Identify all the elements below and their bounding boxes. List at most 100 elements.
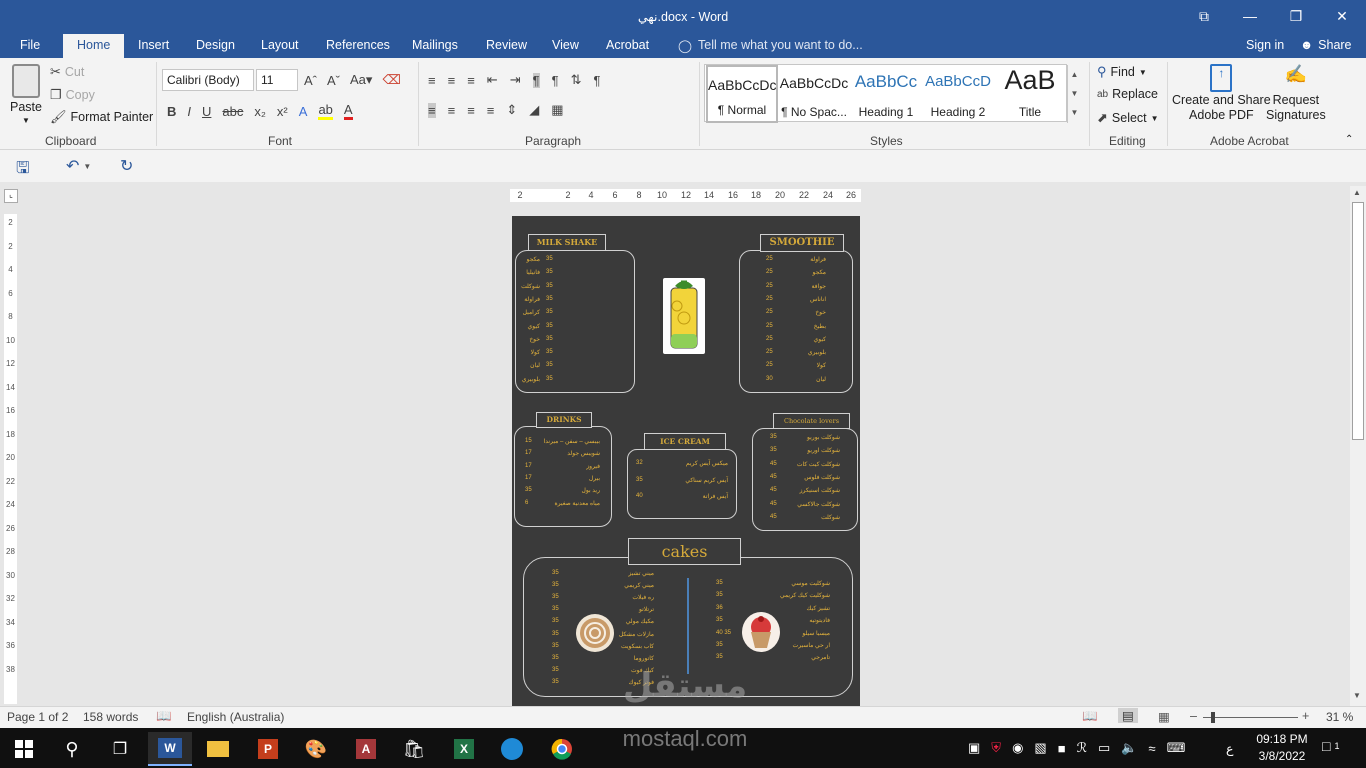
tab-mailings[interactable]: Mailings — [412, 38, 458, 52]
style-normal[interactable]: AaBbCcDc ¶ Normal — [706, 65, 778, 123]
horizontal-ruler[interactable]: 2 2 4 6 8 10 12 14 16 18 20 22 24 26 — [510, 189, 861, 202]
device-icon[interactable]: ▧ — [1034, 740, 1046, 756]
language-indicator[interactable]: English (Australia) — [187, 710, 284, 724]
rtl-icon[interactable]: ¶ — [552, 73, 559, 88]
collapse-ribbon-button[interactable]: ⌃ — [1345, 134, 1353, 145]
vertical-ruler[interactable]: 2 2 4 6 8 10 12 14 16 18 20 22 24 26 28 30 32 34 36 38 — [4, 214, 17, 704]
shrink-font-icon[interactable]: Aˇ — [327, 73, 340, 88]
taskbar-access[interactable]: A — [344, 732, 388, 766]
tab-references[interactable]: References — [326, 38, 390, 52]
input-language[interactable]: ع — [1226, 741, 1233, 756]
font-name-combo[interactable]: Calibri (Body) — [162, 69, 254, 91]
scroll-down-icon[interactable]: ▼ — [1353, 691, 1361, 700]
close-button[interactable]: ✕ — [1319, 0, 1365, 32]
zoom-out-icon[interactable]: – — [1190, 709, 1197, 723]
tab-selector[interactable]: ⌞ — [4, 189, 18, 203]
multilevel-list-icon[interactable]: ≡ — [467, 73, 475, 88]
align-center-icon[interactable]: ≡ — [448, 103, 456, 118]
tab-view[interactable]: View — [552, 38, 579, 52]
zoom-in-icon[interactable]: + — [1302, 709, 1309, 723]
ltr-icon[interactable]: ¶ — [532, 72, 540, 88]
taskbar-edge[interactable] — [490, 732, 534, 766]
underline-icon[interactable]: U — [202, 104, 211, 119]
volume-icon[interactable]: 🔈 — [1121, 740, 1137, 756]
sign-in-link[interactable]: Sign in — [1246, 38, 1284, 52]
font-color-icon[interactable]: A — [343, 102, 353, 120]
task-view-button[interactable]: ❐ — [98, 732, 142, 766]
style-heading-1[interactable]: AaBbCc Heading 1 — [850, 65, 922, 123]
font-size-combo[interactable]: 11 — [256, 69, 298, 91]
taskbar-excel[interactable]: X — [442, 732, 486, 766]
taskbar-word[interactable]: W — [148, 732, 192, 766]
share-button[interactable]: ☻ Share — [1300, 38, 1352, 52]
tab-review[interactable]: Review — [486, 38, 527, 52]
document-page[interactable]: MILK SHAKE مكجو 35 فانيليا 35 شوكلت 35 فراولة 3… — [512, 216, 860, 706]
replace-button[interactable]: ab Replace — [1097, 87, 1158, 101]
globe-icon[interactable]: ◉ — [1012, 740, 1023, 756]
style-heading-2[interactable]: AaBbCcD Heading 2 — [922, 65, 994, 123]
subscript-icon[interactable]: x₂ — [254, 104, 266, 119]
grow-font-icon[interactable]: Aˆ — [304, 73, 317, 88]
numbering-icon[interactable]: ≡ — [448, 73, 456, 88]
scroll-thumb[interactable] — [1352, 202, 1364, 440]
decrease-indent-icon[interactable]: ⇤ — [487, 72, 498, 88]
taskbar-chrome[interactable] — [540, 732, 584, 766]
change-case-icon[interactable]: Aa▾ — [350, 72, 372, 88]
tab-home[interactable]: Home — [63, 34, 125, 58]
tab-file[interactable]: File — [20, 38, 40, 52]
security-icon[interactable]: ■ — [1058, 741, 1066, 756]
minimize-button[interactable]: — — [1227, 0, 1273, 32]
cut-button[interactable]: ✂ Cut — [50, 64, 84, 80]
zoom-slider-thumb[interactable] — [1211, 712, 1215, 723]
align-left-icon[interactable]: ≡ — [428, 102, 436, 118]
taskbar-store[interactable]: 🛍 — [392, 732, 436, 766]
select-button[interactable]: ⬈ Select ▼ — [1097, 110, 1159, 126]
text-effects-icon[interactable]: A — [299, 104, 308, 119]
keyboard-icon[interactable]: ⌨ — [1167, 740, 1186, 756]
borders-icon[interactable]: ▦ — [551, 102, 563, 118]
show-marks-icon[interactable]: ¶ — [593, 73, 600, 88]
line-spacing-icon[interactable]: ⇕ — [506, 102, 517, 118]
bullets-icon[interactable]: ≡ — [428, 73, 436, 88]
notifications-button[interactable]: □ 1 — [1322, 738, 1339, 754]
proofing-icon[interactable]: 📖 — [156, 709, 172, 724]
undo-button[interactable]: ↶ ▼ — [66, 156, 91, 176]
redo-button[interactable]: ↻ — [120, 156, 133, 176]
tab-insert[interactable]: Insert — [138, 38, 169, 52]
zoom-level[interactable]: 31 % — [1326, 710, 1353, 724]
vertical-scrollbar[interactable]: ▲ ▼ — [1350, 186, 1366, 706]
web-layout-icon[interactable]: ▦ — [1158, 709, 1170, 724]
bluetooth-icon[interactable]: ℛ — [1077, 740, 1087, 756]
taskbar-powerpoint[interactable]: P — [246, 732, 290, 766]
format-painter-button[interactable]: 🖌 Format Painter — [50, 109, 153, 125]
maximize-button[interactable]: ❐ — [1273, 0, 1319, 32]
sort-icon[interactable]: ⇅ — [571, 72, 582, 88]
ribbon-display-options-button[interactable]: ⧉ — [1181, 0, 1227, 32]
search-button[interactable]: ⚲ — [50, 732, 94, 766]
tell-me-box[interactable]: ◯ Tell me what you want to do... — [678, 38, 863, 53]
page-count[interactable]: Page 1 of 2 — [7, 710, 68, 724]
highlight-icon[interactable]: ab — [318, 102, 333, 120]
clear-formatting-icon[interactable]: ⌫ — [382, 72, 400, 88]
italic-icon[interactable]: I — [187, 104, 191, 119]
create-share-pdf-button[interactable]: ↑ Create and Share Adobe PDF — [1172, 64, 1271, 122]
bold-icon[interactable]: B — [167, 104, 176, 119]
style-no-spacing[interactable]: AaBbCcDc ¶ No Spac... — [778, 65, 850, 123]
styles-scroll[interactable]: ▲ ▼ ▼ — [1067, 65, 1081, 123]
word-count[interactable]: 158 words — [83, 710, 138, 724]
shading-icon[interactable]: ◢ — [529, 102, 539, 118]
tab-layout[interactable]: Layout — [261, 38, 299, 52]
superscript-icon[interactable]: x² — [277, 104, 288, 119]
strikethrough-icon[interactable]: abc — [222, 104, 243, 119]
justify-icon[interactable]: ≡ — [487, 103, 495, 118]
tab-acrobat[interactable]: Acrobat — [606, 38, 649, 52]
style-title[interactable]: AaB Title — [994, 65, 1066, 123]
clock[interactable]: 09:18 PM 3/8/2022 — [1256, 732, 1308, 763]
read-mode-icon[interactable]: 📖 — [1082, 709, 1098, 724]
paste-button[interactable]: Paste ▼ — [10, 64, 42, 125]
print-layout-icon[interactable]: ▤ — [1118, 708, 1138, 723]
align-right-icon[interactable]: ≡ — [467, 103, 475, 118]
monitor-icon[interactable]: ▣ — [968, 740, 980, 756]
taskbar-paint[interactable]: 🎨 — [294, 732, 338, 766]
increase-indent-icon[interactable]: ⇥ — [510, 72, 521, 88]
